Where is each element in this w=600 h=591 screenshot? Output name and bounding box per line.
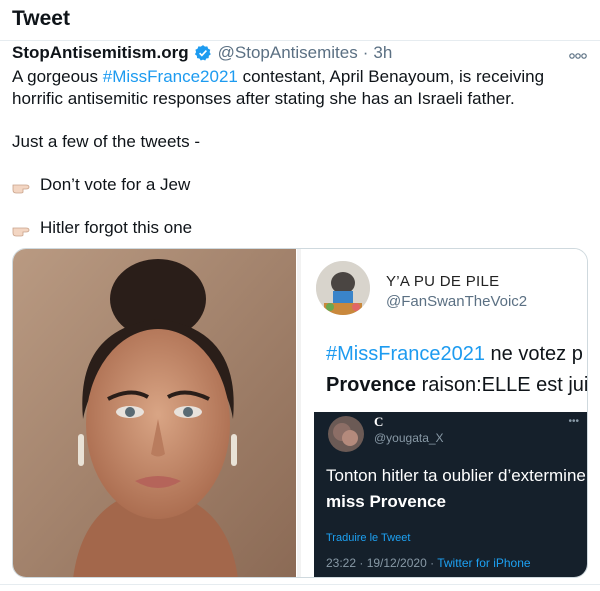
reply-timestamp: 23:22 · 19/12/2020 · [326,556,438,570]
screenshot-text: raison:ELLE est jui [416,374,588,396]
tweet-line-1: A gorgeous #MissFrance2021 contestant, A… [12,66,592,88]
more-horizontal-icon[interactable] [568,46,588,66]
page-title: Tweet [12,7,70,30]
reply-author-handle: @yougata_X [374,431,444,445]
pointing-hand-icon [12,178,34,194]
tweet-media[interactable]: Y’A PU DE PILE @FanSwanTheVoic2 #MissFra… [12,248,588,578]
author-name[interactable]: StopAntisemitism.org [12,43,189,63]
quote-text: Don’t vote for a Jew [40,175,191,194]
quoted-tweet-2: Hitler forgot this one [12,217,592,239]
tweet-actions-bar [12,585,592,591]
screenshot-text-line-1: #MissFrance2021 ne votez p [326,343,583,366]
reply-text-line-2: miss Provence [326,492,447,511]
screenshot-bold-text: Provence [326,374,417,396]
screenshot-author-handle: @FanSwanTheVoic2 [386,293,528,310]
hashtag-link[interactable]: #MissFrance2021 [103,67,238,86]
reply-text-line-1: Tonton hitler ta oublier d’exterminer [326,466,588,485]
media-divider [297,249,301,577]
reply-source: Twitter for iPhone [437,556,531,570]
verified-badge-icon [194,44,212,62]
tweet-text: contestant, April Benayoum, is receiving [237,67,545,86]
dark-reply-screenshot: C @yougata_X ••• Tonton hitler ta oublie… [314,412,588,577]
avatar [316,261,370,315]
reply-author-name: C [374,414,384,429]
screenshot-text: ne votez p [484,343,583,365]
separator-dot: · [362,43,369,62]
pointing-hand-icon [12,221,34,237]
tweet-time[interactable]: 3h [373,43,392,63]
tweet-text: A gorgeous [12,67,103,86]
author-handle[interactable]: @StopAntisemites [218,43,358,63]
embedded-screenshot[interactable]: Y’A PU DE PILE @FanSwanTheVoic2 #MissFra… [302,249,588,577]
tweet-line-2: horrific antisemitic responses after sta… [12,89,515,108]
tweet-line-3: Just a few of the tweets - [12,132,201,151]
screenshot-author-name: Y’A PU DE PILE [386,273,500,290]
reply-meta: 23:22 · 19/12/2020 · Twitter for iPhone [326,556,531,570]
portrait-photo[interactable] [13,249,296,577]
more-horizontal-icon: ••• [568,416,579,427]
translate-tweet-link: Traduire le Tweet [326,532,411,544]
page-header: Tweet [12,4,70,34]
quote-text: Hitler forgot this one [40,218,193,237]
tweet-body: A gorgeous #MissFrance2021 contestant, A… [12,66,592,239]
quoted-tweet-1: Don’t vote for a Jew [12,174,592,196]
avatar [328,416,364,452]
tweet-header: StopAntisemitism.org @StopAntisemites · … [12,40,592,66]
screenshot-hashtag: #MissFrance2021 [326,343,485,365]
screenshot-text-line-2: Provence raison:ELLE est jui [326,374,588,397]
